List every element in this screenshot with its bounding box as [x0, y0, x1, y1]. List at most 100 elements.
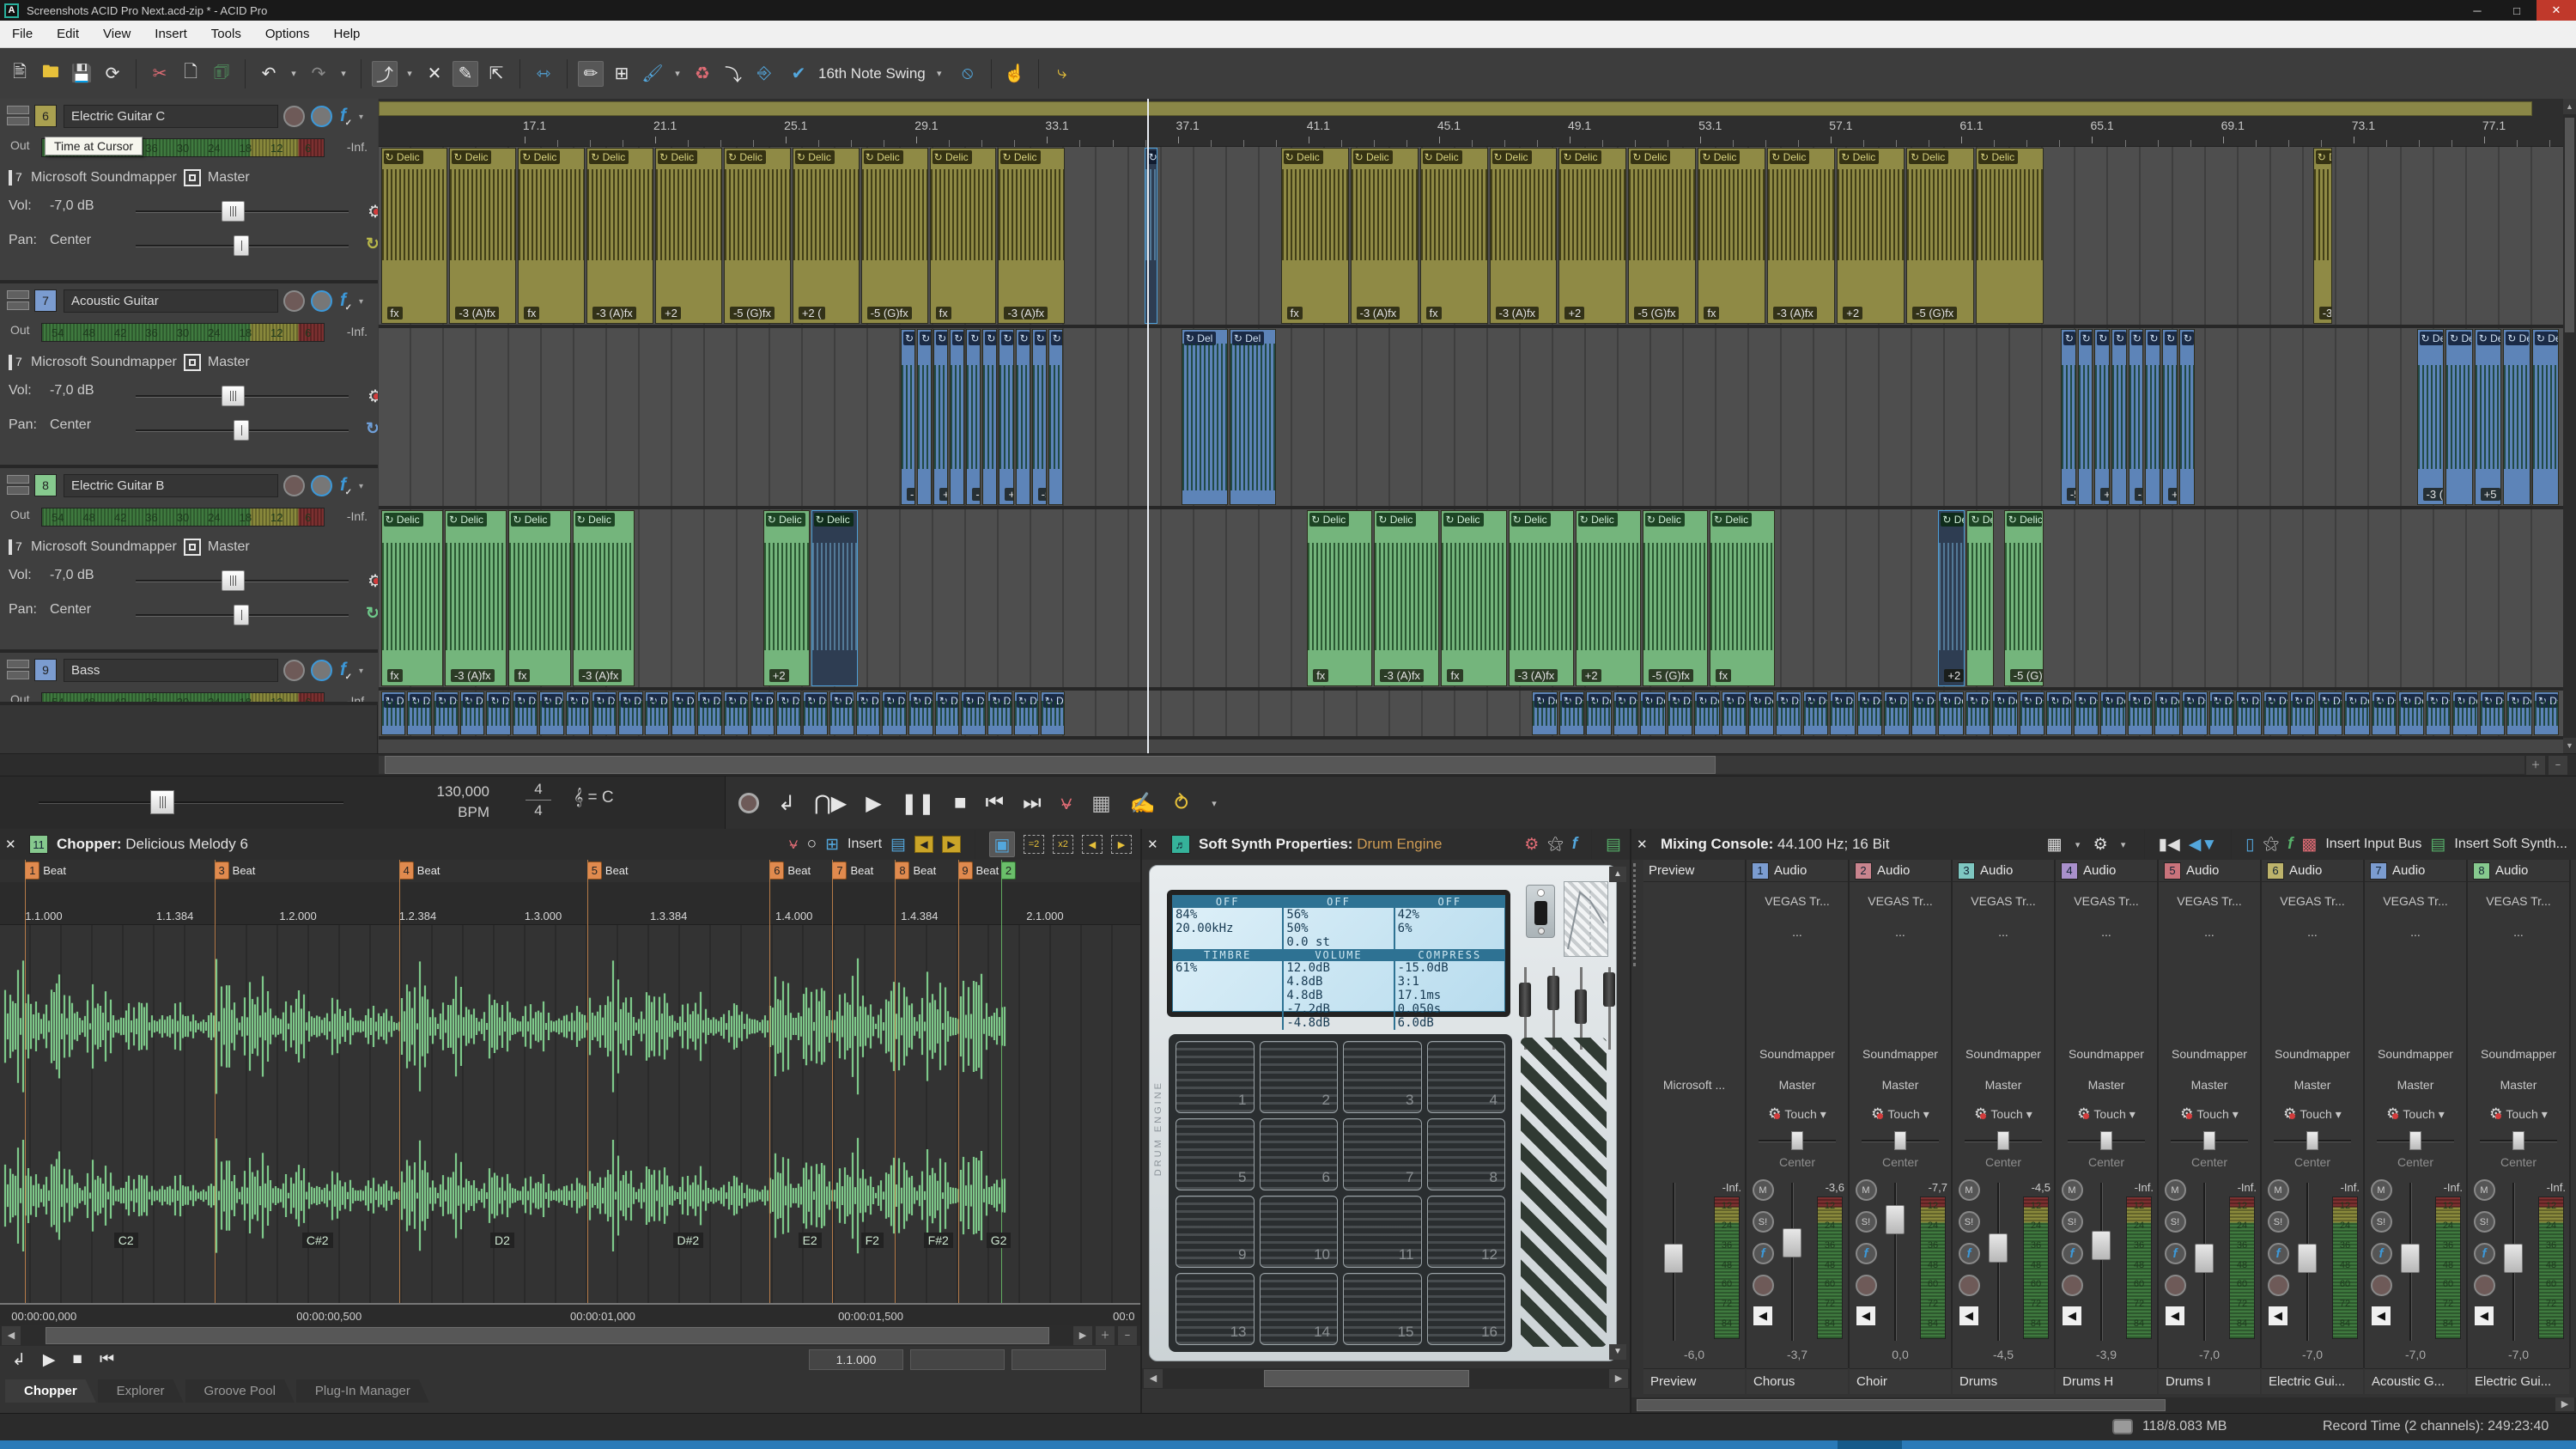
- mixer-strip-drums-h[interactable]: 4 Audio VEGAS Tr...... Soundmapper Master ⚙ To…: [2056, 860, 2159, 1394]
- strip-fader-thumb[interactable]: [2298, 1244, 2317, 1273]
- track-lane-3[interactable]: ↻ Delic fx ↻ Delic -3 (A)fx ↻ Delic fx ↻ Delic…: [379, 509, 2563, 691]
- track-fx-loop-icon[interactable]: ↻: [366, 419, 378, 439]
- strip-more-button[interactable]: ...: [2468, 925, 2569, 939]
- maximize-track-icon[interactable]: [7, 117, 29, 125]
- timeline-vscrollbar[interactable]: ▲ ▼: [2563, 99, 2576, 753]
- strip-automation-mode[interactable]: Touch: [2403, 1107, 2434, 1121]
- clip-fx-tag[interactable]: fx: [386, 307, 403, 320]
- synth-scroll-right-icon[interactable]: ▶: [1609, 1369, 1628, 1388]
- audio-clip[interactable]: ↻ Deli: [565, 691, 591, 735]
- go-to-end-button[interactable]: ⏭: [1023, 791, 1042, 815]
- fx-dropdown-icon[interactable]: ▾: [359, 113, 363, 122]
- drum-pad-11[interactable]: 11: [1343, 1196, 1422, 1268]
- strip-number-badge[interactable]: 3: [1958, 861, 1975, 880]
- groove-tool-icon[interactable]: ✔: [786, 61, 811, 87]
- strip-volume-value[interactable]: -3,9: [2056, 1348, 2157, 1361]
- strip-automation-gear-icon[interactable]: ⚙: [2283, 1105, 2296, 1123]
- region-flag-icon[interactable]: 2: [1000, 861, 1016, 880]
- mixer-drag-handle[interactable]: [1633, 863, 1640, 966]
- audio-clip[interactable]: ↻ Deli: [380, 691, 406, 735]
- mixer-hscrollbar[interactable]: ▶: [1631, 1397, 2576, 1413]
- clip-fx-tag[interactable]: -5 (: [1037, 488, 1046, 501]
- audio-clip[interactable]: ↻ Deli: [618, 691, 643, 735]
- strip-number-badge[interactable]: 7: [2370, 861, 2387, 880]
- audio-clip[interactable]: ↻ Deli: [855, 691, 881, 735]
- swing-preset-value[interactable]: 16th Note Swing: [818, 65, 926, 82]
- drum-pad-14[interactable]: 14: [1259, 1273, 1338, 1345]
- marker-flag-icon[interactable]: 8: [895, 861, 910, 880]
- track-fx-loop-icon[interactable]: ↻: [366, 234, 378, 254]
- scatter-tool-icon[interactable]: ⤵: [720, 61, 746, 87]
- strip-automation-dropdown-icon[interactable]: ▾: [2129, 1107, 2136, 1122]
- strip-name-label[interactable]: Drums: [1953, 1368, 2054, 1394]
- audio-clip[interactable]: ↻ Deli: [1640, 691, 1666, 735]
- clip-fx-tag[interactable]: +2: [1581, 669, 1601, 682]
- chopper-double-icon[interactable]: x2: [1053, 835, 1073, 854]
- audio-clip[interactable]: ↻ Deli: [1965, 691, 1991, 735]
- strip-fader-thumb[interactable]: [1664, 1244, 1683, 1273]
- audio-clip[interactable]: ↻ Delic -5 (G)fx: [1628, 148, 1697, 324]
- audio-clip[interactable]: ↻ Deli: [513, 691, 538, 735]
- audio-clip[interactable]: ↻ Deli: [2452, 691, 2478, 735]
- audio-clip[interactable]: ↻ Deli: [1992, 691, 2018, 735]
- loop-region-dropdown-icon[interactable]: ▾: [1207, 790, 1221, 816]
- hscroll-thumb[interactable]: [385, 756, 1716, 774]
- audio-clip[interactable]: ↻ Deli: [2479, 691, 2506, 735]
- marker-flag-icon[interactable]: 9: [957, 861, 973, 880]
- chopper-insert-icon[interactable]: ⊞: [825, 835, 839, 855]
- strip-bus-name[interactable]: Master: [1747, 1078, 1848, 1092]
- audio-clip[interactable]: ↻ Delic -3 (A)fx: [1508, 510, 1574, 686]
- maximize-track-icon[interactable]: [7, 671, 29, 679]
- mixer-strip-chorus[interactable]: 1 Audio VEGAS Tr...... Soundmapper Master ⚙ To…: [1747, 860, 1850, 1394]
- mixer-scroll-right-icon[interactable]: ▶: [2555, 1397, 2574, 1411]
- open-icon[interactable]: 🖿: [38, 61, 64, 87]
- audio-clip[interactable]: ↻ Deli: [961, 691, 987, 735]
- strip-mute-icon[interactable]: M: [2061, 1179, 2083, 1201]
- audio-clip[interactable]: ↻ Del: [982, 329, 998, 505]
- audio-clip[interactable]: ↻ Del: [1015, 329, 1030, 505]
- strip-fader-thumb[interactable]: [2504, 1244, 2523, 1273]
- audio-clip[interactable]: ↻ Deli: [908, 691, 933, 735]
- vscroll-thumb[interactable]: [2565, 118, 2574, 332]
- chopper-play-button[interactable]: ▶: [43, 1350, 56, 1370]
- audio-clip[interactable]: ↻ Del +5: [2094, 329, 2110, 505]
- drum-pad-10[interactable]: 10: [1259, 1196, 1338, 1268]
- maximize-track-icon[interactable]: [7, 301, 29, 310]
- volume-slider-thumb[interactable]: [222, 386, 245, 406]
- audio-clip[interactable]: ↻ Deli: [2154, 691, 2180, 735]
- minimize-track-icon[interactable]: [7, 106, 29, 114]
- strip-automation-gear-icon[interactable]: ⚙: [2180, 1105, 2193, 1123]
- strip-pan-slider[interactable]: [1965, 1131, 2042, 1152]
- audio-clip[interactable]: ↻ Deli: [1802, 691, 1829, 735]
- audio-clip[interactable]: ↻ Delic fx: [380, 510, 443, 686]
- strip-record-icon[interactable]: [1752, 1275, 1774, 1296]
- interval-tool-icon[interactable]: ⎆: [751, 61, 777, 87]
- fader-knob[interactable]: [1546, 976, 1559, 1010]
- audio-clip[interactable]: ↻ Deli: [750, 691, 775, 735]
- audio-clip[interactable]: ↻ Del: [1048, 329, 1063, 505]
- strip-fx-icon[interactable]: f: [2061, 1243, 2083, 1264]
- strip-automation-mode[interactable]: Touch: [1887, 1107, 1919, 1121]
- insert-bus-icon[interactable]: ▩: [2301, 835, 2317, 855]
- pan-thumb[interactable]: [1791, 1131, 1803, 1150]
- audio-clip[interactable]: ↻ Delic -5 (G)fx: [2003, 510, 2044, 686]
- audio-clip[interactable]: ↻ Del: [2145, 329, 2161, 505]
- bus-button[interactable]: [183, 354, 201, 371]
- chopper-scroll-right-icon[interactable]: ▶: [1073, 1326, 1092, 1345]
- pan-thumb[interactable]: [2100, 1131, 2112, 1150]
- strip-more-button[interactable]: ...: [2262, 925, 2363, 939]
- audio-clip[interactable]: ↻ Deli: [1748, 691, 1775, 735]
- audio-clip[interactable]: ↻ Deli: [1830, 691, 1856, 735]
- insert-soft-synth-icon[interactable]: ▤: [2430, 835, 2445, 855]
- record-arm-icon[interactable]: [283, 106, 305, 127]
- audio-clip[interactable]: ↻ Deli: [2182, 691, 2208, 735]
- strip-automation-row[interactable]: ⚙ Touch ▾: [1953, 1105, 2054, 1123]
- strip-device-name[interactable]: Soundmapper: [2056, 1047, 2157, 1061]
- audio-clip[interactable]: ↻ Delic +2 (: [792, 148, 860, 324]
- cut-icon[interactable]: ✂: [147, 61, 173, 87]
- strip-bus-name[interactable]: Master: [2262, 1078, 2363, 1092]
- strip-mute-icon[interactable]: M: [1958, 1179, 1980, 1201]
- paste-icon[interactable]: 🗊: [209, 61, 234, 87]
- chopper-loop-button[interactable]: ↲: [12, 1350, 26, 1370]
- strip-solo-icon[interactable]: S!: [1855, 1211, 1877, 1233]
